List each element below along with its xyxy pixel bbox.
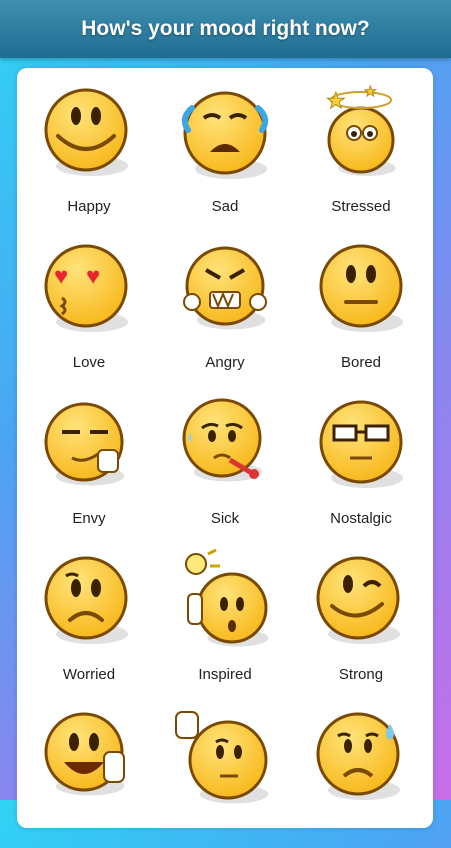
heart-eyes-face-icon: ♥ ♥ [34,234,144,344]
mood-option-love[interactable]: ♥ ♥ Love [21,224,157,380]
glasses-face-icon [306,390,416,500]
happy-face-icon [34,78,144,188]
mood-label: Sick [210,510,240,527]
sick-face-icon [170,390,280,500]
app-header: How's your mood right now? [0,0,451,58]
thinking-face-icon [170,702,280,812]
mood-option-worried[interactable]: Worried [21,536,157,692]
lightbulb-face-icon [170,546,280,656]
mood-option-sick[interactable]: Sick [157,380,293,536]
worried-face-icon [34,546,144,656]
angry-face-icon [170,234,280,344]
svg-text:♥: ♥ [54,263,68,290]
svg-text:★: ★ [364,83,377,99]
mood-label: Stressed [331,198,391,215]
page-title: How's your mood right now? [81,17,370,40]
mood-grid: Happy Sad ★ ★ Stressed ♥ ♥ Love Angry Bo… [17,68,437,848]
thumbs-up-face-icon [34,702,144,812]
mood-panel: Happy Sad ★ ★ Stressed ♥ ♥ Love Angry Bo… [17,68,433,828]
mood-label: Bored [340,354,382,371]
neutral-face-icon [306,234,416,344]
mood-option-strong[interactable]: Strong [293,536,429,692]
mood-label: Love [72,354,106,371]
mood-option-bored[interactable]: Bored [293,224,429,380]
dizzy-face-icon: ★ ★ [306,78,416,188]
smirk-face-icon [34,390,144,500]
sweat-face-icon [306,702,416,812]
mood-option-stressed[interactable]: ★ ★ Stressed [293,68,429,224]
svg-text:♥: ♥ [86,263,100,290]
mood-label: Nostalgic [330,510,392,527]
mood-option-sad[interactable]: Sad [157,68,293,224]
mood-label: Happy [67,198,111,215]
svg-text:★: ★ [326,88,346,113]
mood-label: Envy [72,510,106,527]
wink-face-icon [306,546,416,656]
mood-label: Inspired [198,666,252,683]
mood-option-happy[interactable]: Happy [21,68,157,224]
crying-face-icon [170,78,280,188]
mood-label: Worried [62,666,116,683]
mood-option-thumbs-up[interactable] [21,692,157,848]
mood-option-thinking[interactable] [157,692,293,848]
mood-option-angry[interactable]: Angry [157,224,293,380]
mood-option-sweat[interactable] [293,692,429,848]
mood-label: Sad [211,198,239,215]
mood-label: Angry [205,354,245,371]
mood-option-envy[interactable]: Envy [21,380,157,536]
mood-option-nostalgic[interactable]: Nostalgic [293,380,429,536]
mood-option-inspired[interactable]: Inspired [157,536,293,692]
mood-label: Strong [338,666,384,683]
